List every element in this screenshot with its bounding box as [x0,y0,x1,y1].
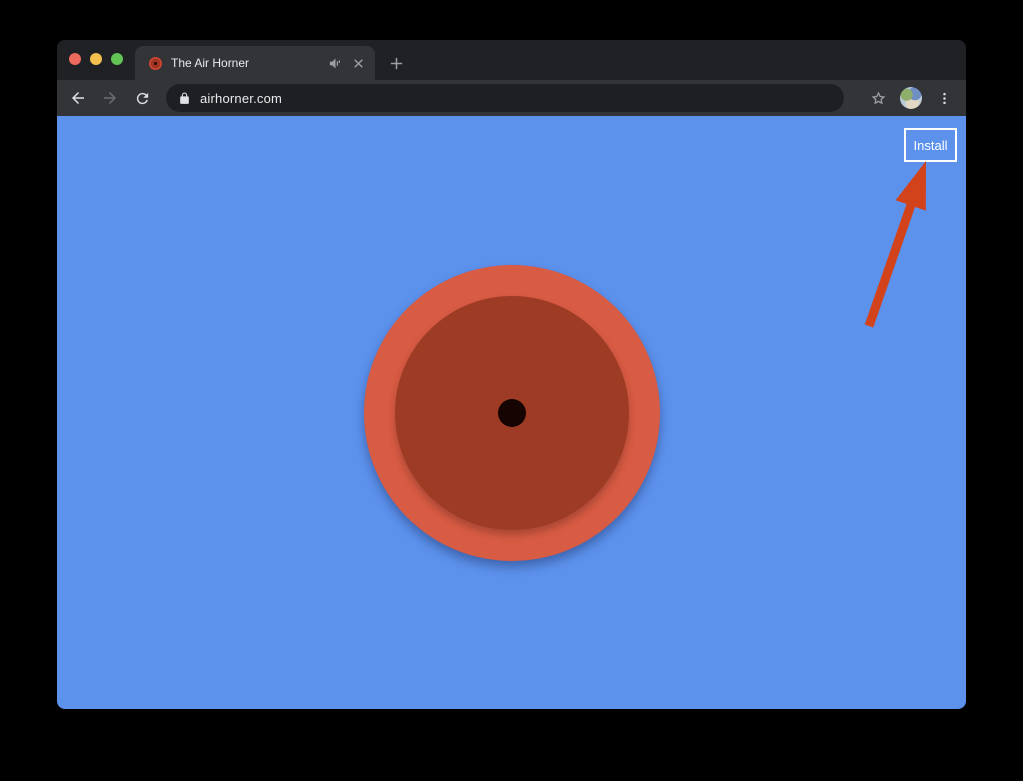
air-horn-favicon-icon [149,57,162,70]
address-bar[interactable]: airhorner.com [166,84,844,112]
tab-close-icon[interactable] [349,54,367,72]
page-content: Install [57,116,966,709]
desktop: { "browser": { "tab": { "title": "The Ai… [0,0,1023,781]
tab-title: The Air Horner [171,56,326,70]
air-horn-center-dot [498,399,526,427]
plus-icon [389,56,404,71]
url-text: airhorner.com [200,91,282,106]
browser-menu-button[interactable] [932,86,956,110]
window-controls [69,53,123,65]
arrow-left-icon [69,89,87,107]
air-horn[interactable] [364,265,660,561]
forward-button[interactable] [98,86,122,110]
zoom-window-button[interactable] [111,53,123,65]
new-tab-button[interactable] [383,50,409,76]
browser-window: The Air Horner [57,40,966,709]
install-button[interactable]: Install [904,128,957,162]
arrow-right-icon [101,89,119,107]
reload-button[interactable] [130,86,154,110]
back-button[interactable] [66,86,90,110]
minimize-window-button[interactable] [90,53,102,65]
close-window-button[interactable] [69,53,81,65]
tab-strip: The Air Horner [57,40,966,80]
tab-air-horner[interactable]: The Air Horner [135,46,375,80]
kebab-menu-icon [937,91,952,106]
refresh-icon [134,90,151,107]
profile-avatar[interactable] [900,87,922,109]
star-icon [870,90,887,107]
toolbar: airhorner.com [57,80,966,116]
lock-icon[interactable] [178,92,191,105]
air-horn-inner-ring [395,296,629,530]
speaker-icon[interactable] [326,54,344,72]
bookmark-star-button[interactable] [866,86,890,110]
